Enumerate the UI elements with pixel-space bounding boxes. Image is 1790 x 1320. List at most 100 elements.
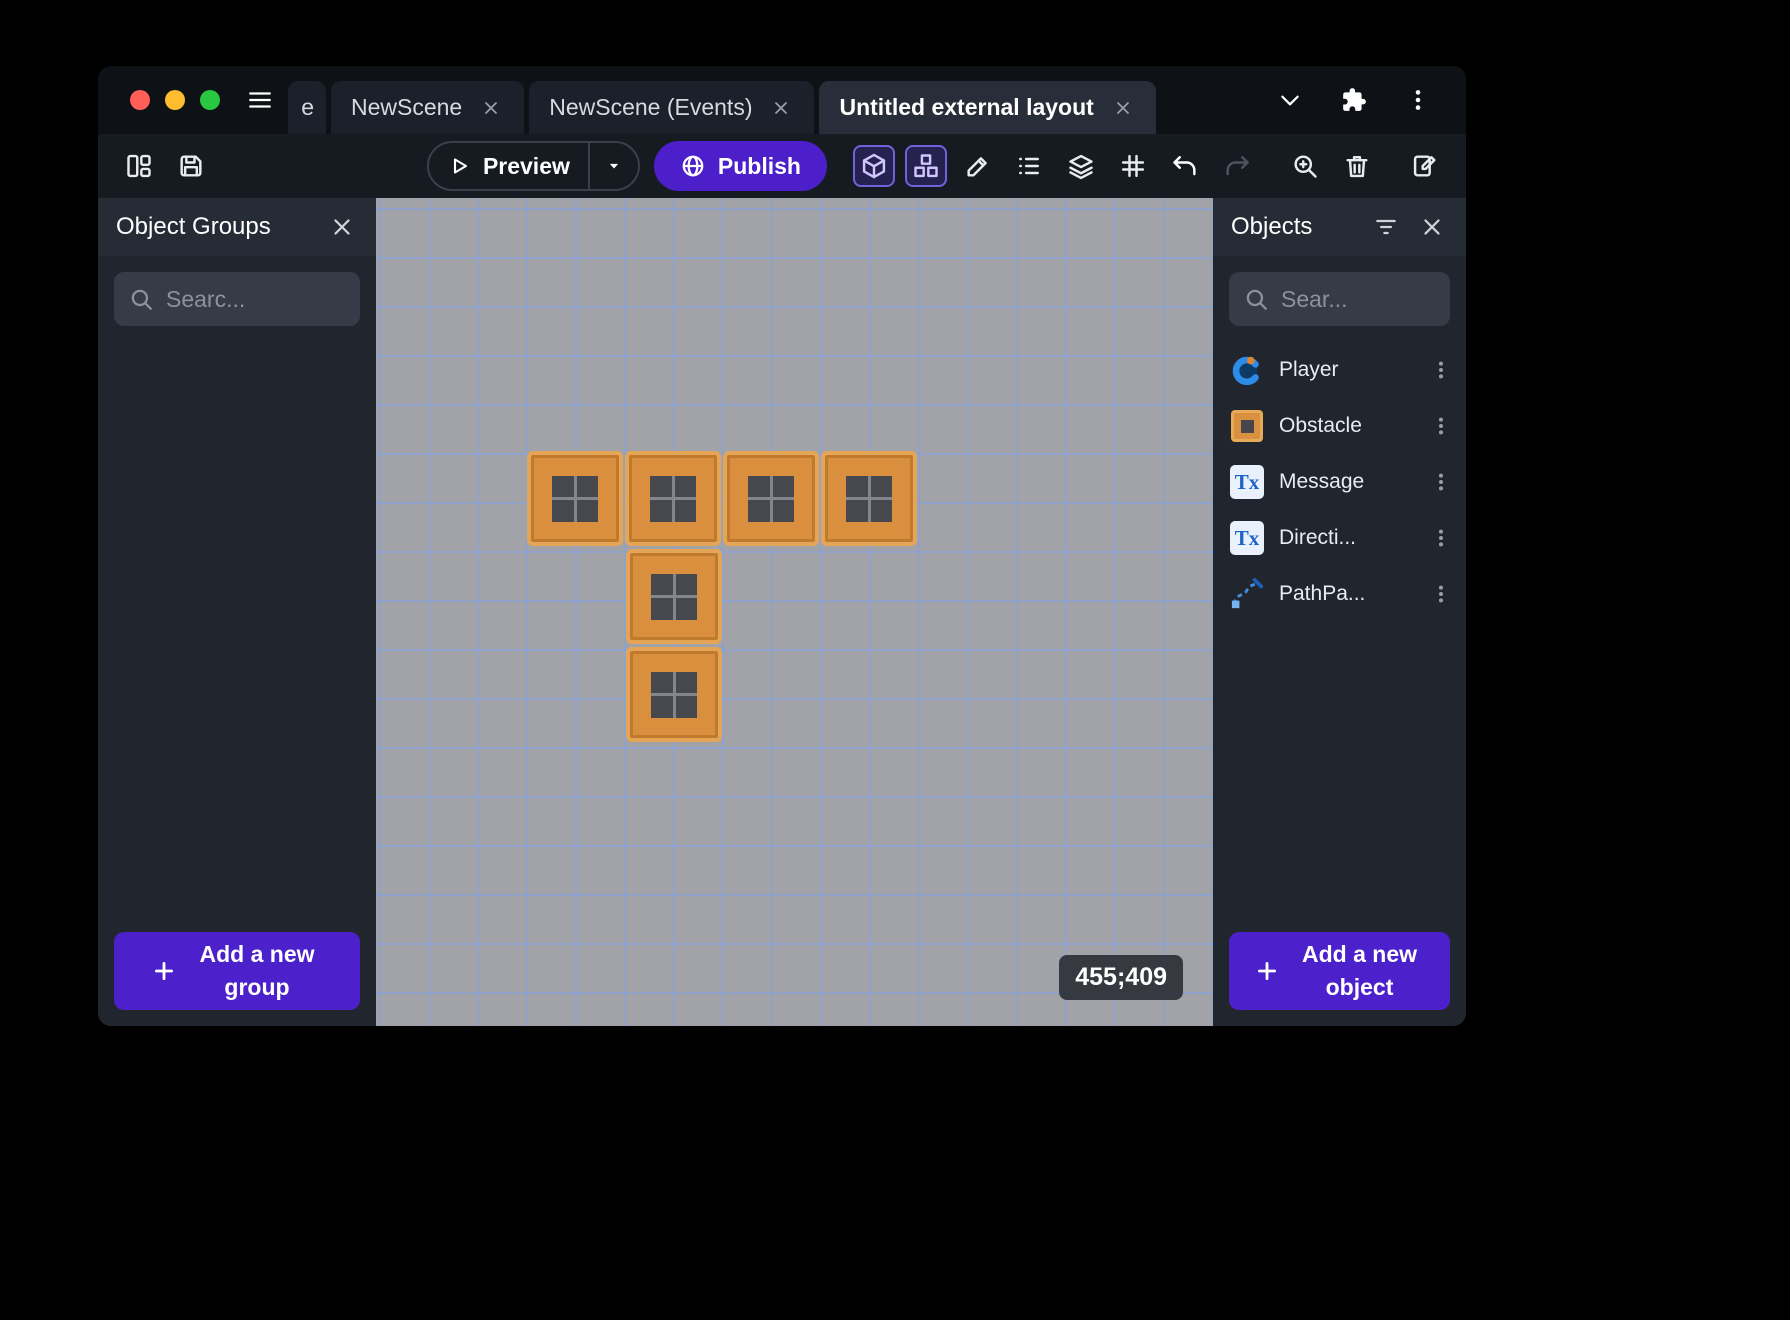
pencil-icon xyxy=(964,152,992,180)
add-object-label: Add a new object xyxy=(1294,938,1426,1005)
object-item-directions[interactable]: Tx Directi... xyxy=(1213,510,1466,566)
close-icon xyxy=(771,98,791,118)
publish-button[interactable]: Publish xyxy=(654,141,827,191)
add-group-button[interactable]: Add a new group xyxy=(114,932,360,1010)
tab-clipped[interactable]: e xyxy=(288,81,326,134)
object-menu-button[interactable] xyxy=(1426,520,1456,556)
scene-canvas[interactable]: 455;409 xyxy=(376,198,1213,1026)
close-panel-button[interactable] xyxy=(1416,211,1448,243)
add-object-button[interactable]: Add a new object xyxy=(1229,932,1450,1010)
window-more-menu-button[interactable] xyxy=(1400,82,1436,118)
close-icon xyxy=(1113,98,1133,118)
tab-label: Untitled external layout xyxy=(839,94,1093,121)
player-icon xyxy=(1229,352,1265,388)
object-name: Directi... xyxy=(1279,526,1412,550)
object-name: PathPa... xyxy=(1279,582,1412,606)
text-object-icon: Tx xyxy=(1229,464,1265,500)
app-window: e NewScene NewScene (Events) Untitled ex… xyxy=(98,66,1466,1026)
close-icon xyxy=(481,98,501,118)
preview-options-button[interactable] xyxy=(588,141,638,191)
publish-label: Publish xyxy=(718,153,801,180)
object-item-message[interactable]: Tx Message xyxy=(1213,454,1466,510)
object-item-obstacle[interactable]: Obstacle xyxy=(1213,398,1466,454)
plus-icon xyxy=(151,958,177,984)
minimize-window-button[interactable] xyxy=(165,90,185,110)
toggle-grid-button[interactable] xyxy=(1112,145,1154,187)
open-layers-panel-button[interactable] xyxy=(1060,145,1102,187)
kebab-menu-icon xyxy=(1430,471,1452,493)
extensions-button[interactable] xyxy=(1336,82,1372,118)
object-menu-button[interactable] xyxy=(1426,464,1456,500)
tab-newscene-events[interactable]: NewScene (Events) xyxy=(529,81,814,134)
crate-instance[interactable] xyxy=(626,647,722,742)
object-item-pathpainter[interactable]: PathPa... xyxy=(1213,566,1466,622)
object-menu-button[interactable] xyxy=(1426,408,1456,444)
chevron-down-icon xyxy=(1277,87,1303,113)
tab-untitled-external-layout[interactable]: Untitled external layout xyxy=(819,81,1155,134)
edit-scene-properties-button[interactable] xyxy=(957,145,999,187)
object-menu-button[interactable] xyxy=(1426,352,1456,388)
close-icon xyxy=(329,214,355,240)
redo-icon xyxy=(1223,152,1251,180)
crate-instance[interactable] xyxy=(626,549,722,644)
crate-instance[interactable] xyxy=(821,451,917,546)
hamburger-icon xyxy=(247,87,273,113)
toolbar-right-actions xyxy=(1164,145,1446,187)
object-groups-search[interactable] xyxy=(114,272,360,326)
open-instances-list-button[interactable] xyxy=(1009,145,1051,187)
fullscreen-window-button[interactable] xyxy=(200,90,220,110)
close-panel-button[interactable] xyxy=(326,211,358,243)
objects-header: Objects xyxy=(1213,198,1466,256)
cubes-stack-icon xyxy=(912,152,940,180)
panel-title: Object Groups xyxy=(116,213,312,241)
preview-label: Preview xyxy=(483,153,570,180)
close-tab-button[interactable] xyxy=(1110,95,1136,121)
grid-icon xyxy=(1119,152,1147,180)
filter-objects-button[interactable] xyxy=(1370,211,1402,243)
desktop-background: { "window": { "tabs": [ { "label": "e" }… xyxy=(0,0,1790,1320)
preview-button[interactable]: Preview xyxy=(429,153,588,180)
plus-icon xyxy=(1254,958,1280,984)
close-window-button[interactable] xyxy=(130,90,150,110)
tab-overflow-button[interactable] xyxy=(1272,82,1308,118)
tab-newscene[interactable]: NewScene xyxy=(331,81,524,134)
crate-instance[interactable] xyxy=(723,451,819,546)
tab-label: e xyxy=(301,94,314,121)
undo-icon xyxy=(1171,152,1199,180)
save-project-button[interactable] xyxy=(170,145,212,187)
edit-note-icon xyxy=(1411,152,1439,180)
toggle-3d-view-button[interactable] xyxy=(853,145,895,187)
undo-button[interactable] xyxy=(1164,145,1206,187)
crate-instance[interactable] xyxy=(527,451,623,546)
object-groups-search-input[interactable] xyxy=(166,286,346,313)
globe-icon xyxy=(680,153,706,179)
caret-down-icon xyxy=(604,156,624,176)
objects-search[interactable] xyxy=(1229,272,1450,326)
save-icon xyxy=(177,152,205,180)
object-groups-header: Object Groups xyxy=(98,198,376,256)
object-groups-panel: Object Groups Add a new group xyxy=(98,198,376,1026)
cursor-coordinates-badge: 455;409 xyxy=(1059,955,1183,1000)
redo-button[interactable] xyxy=(1216,145,1258,187)
zoom-button[interactable] xyxy=(1284,145,1326,187)
delete-button[interactable] xyxy=(1336,145,1378,187)
toggle-instances-view-button[interactable] xyxy=(905,145,947,187)
object-menu-button[interactable] xyxy=(1426,576,1456,612)
edit-scene-events-button[interactable] xyxy=(1404,145,1446,187)
object-item-player[interactable]: Player xyxy=(1213,342,1466,398)
trash-icon xyxy=(1343,152,1371,180)
path-icon xyxy=(1229,576,1265,612)
close-tab-button[interactable] xyxy=(478,95,504,121)
preview-split-button: Preview xyxy=(427,141,640,191)
crate-instance[interactable] xyxy=(625,451,721,546)
kebab-menu-icon xyxy=(1430,527,1452,549)
crate-icon xyxy=(1229,408,1265,444)
editor-content: Object Groups Add a new group 455;409 Ob… xyxy=(98,198,1466,1026)
objects-list: Player Obstacle Tx xyxy=(1213,342,1466,916)
filter-icon xyxy=(1373,214,1399,240)
open-project-manager-button[interactable] xyxy=(118,145,160,187)
objects-search-input[interactable] xyxy=(1281,286,1436,313)
window-controls xyxy=(98,90,240,110)
main-menu-button[interactable] xyxy=(240,80,280,120)
close-tab-button[interactable] xyxy=(768,95,794,121)
